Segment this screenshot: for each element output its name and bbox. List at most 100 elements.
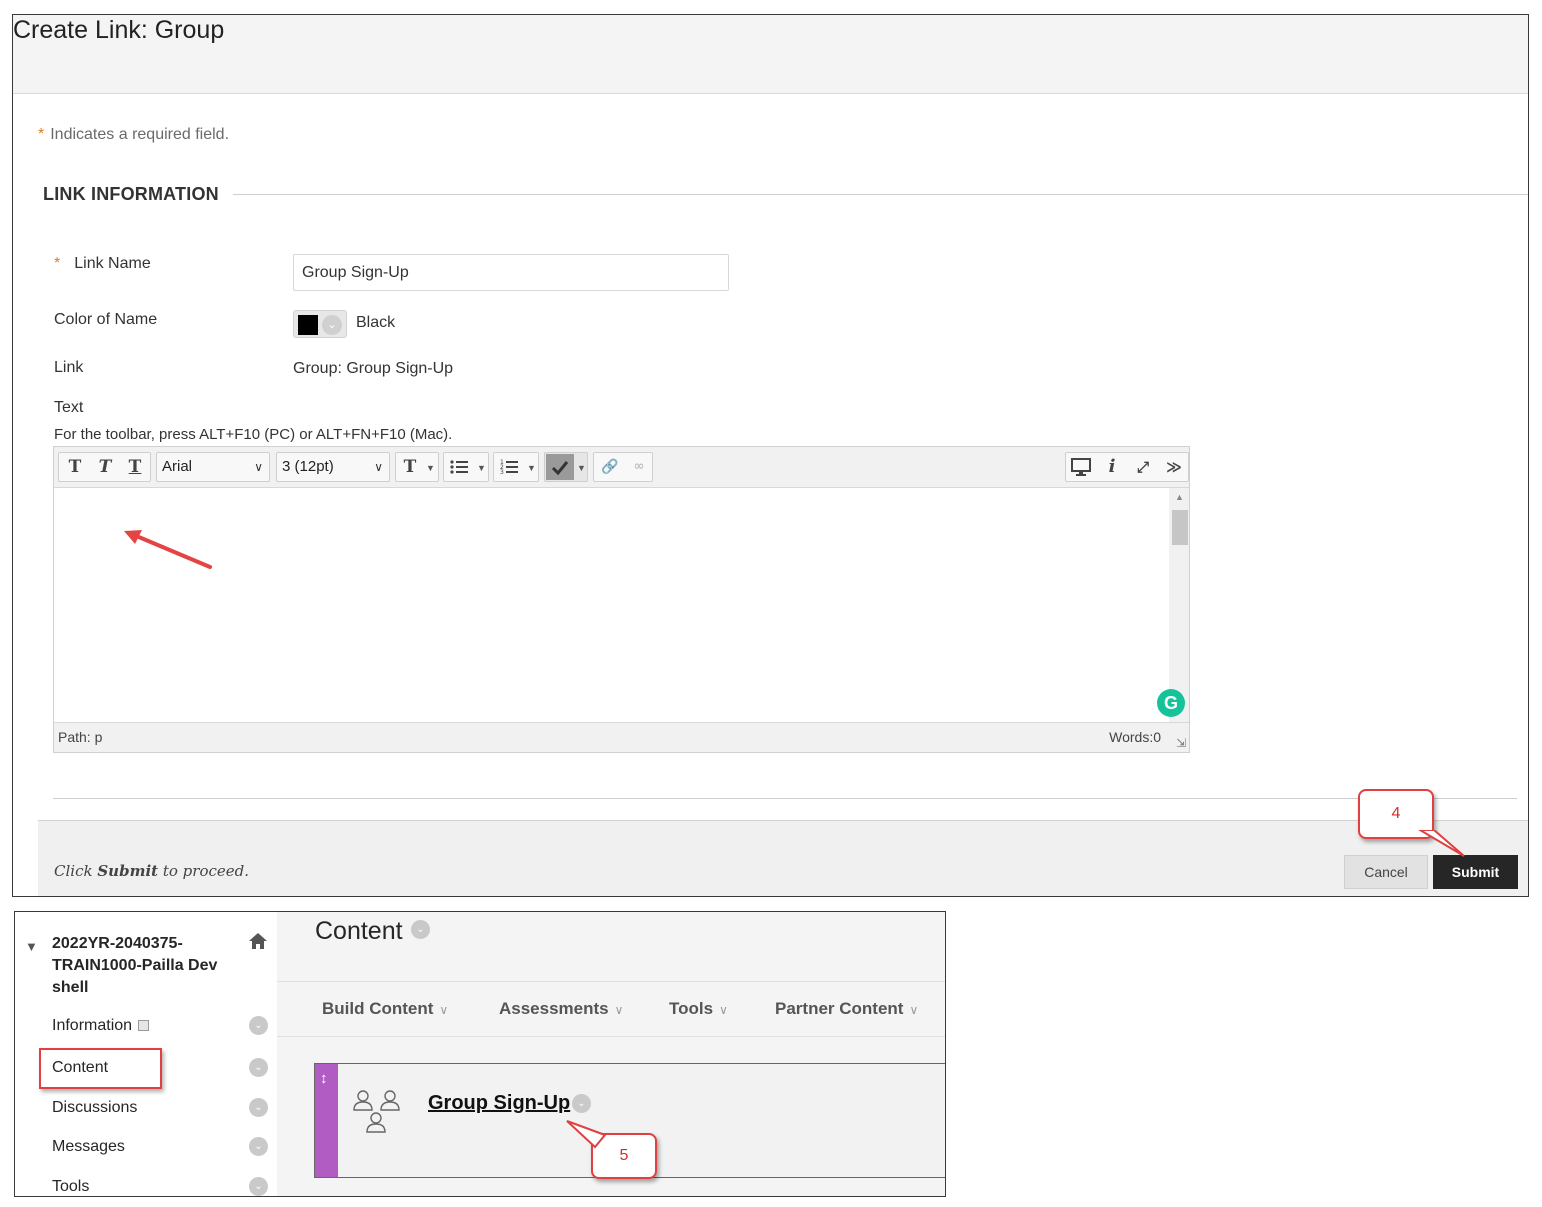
section-divider [233,194,1528,195]
group-icon [353,1090,400,1133]
drag-strip[interactable]: ↕ [315,1064,338,1177]
link-value: Group: Group Sign-Up [293,360,454,377]
dropdown-arrow-icon: ▼ [426,463,435,473]
font-size-select[interactable]: 3 (12pt) ∨ [276,452,390,482]
section-title: LINK INFORMATION [43,184,219,204]
bullet-list-icon [450,460,468,474]
svg-text:3: 3 [500,469,504,476]
grammarly-icon[interactable]: G [1157,689,1185,717]
course-menu: ▼ 2022YR-2040375-TRAIN1000-Pailla Dev sh… [15,912,277,1196]
course-content-panel: ▼ 2022YR-2040375-TRAIN1000-Pailla Dev sh… [14,911,946,1197]
content-page-title: Content [315,917,403,945]
text-format-dropdown[interactable]: T ▼ [395,452,439,482]
spellcheck-icon [546,454,574,480]
hidden-item-icon [138,1020,150,1031]
color-name-value: Black [356,314,396,331]
color-swatch [298,315,318,335]
content-highlight-box [39,1048,162,1089]
form-divider [53,798,1517,799]
create-link-panel: Create Link: Group * Indicates a required… [12,14,1529,897]
action-bar: Build Content ∨ Assessments ∨ Tools ∨ Partn… [277,981,945,1037]
required-star: * [38,126,45,143]
chevron-down-icon[interactable]: ⌄ [572,1094,591,1113]
chevron-down-icon: ∨ [254,460,263,474]
footer-note-prefix: Click [54,862,98,880]
format-group: T T T [58,452,151,482]
unlink-icon[interactable]: ∞ [624,453,654,481]
chevron-down-icon[interactable]: ⌄ [249,1137,268,1156]
font-family-select[interactable]: Arial ∨ [156,452,270,482]
partner-content-menu[interactable]: Partner Content ∨ [775,999,918,1019]
build-content-menu[interactable]: Build Content ∨ [322,999,448,1019]
color-picker[interactable]: ⌄ [293,310,347,338]
drag-handle-icon[interactable]: ↕ [320,1070,328,1087]
info-icon[interactable]: i [1097,453,1127,481]
chevron-down-icon: ⌄ [322,315,342,335]
cancel-button[interactable]: Cancel [1344,855,1428,889]
footer-instruction: Click Submit to proceed. [54,862,249,880]
build-content-label: Build Content [322,999,434,1018]
italic-text-icon[interactable]: T [90,453,120,481]
course-name[interactable]: 2022YR-2040375-TRAIN1000-Pailla Dev shel… [52,933,232,999]
page-header: Create Link: Group [13,15,1528,94]
menu-item-messages[interactable]: Messages [52,1138,125,1156]
dropdown-arrow-icon: ▼ [527,463,536,473]
link-name-input[interactable] [293,254,729,291]
callout-pointer [1418,830,1465,857]
scrollbar-thumb[interactable] [1172,510,1188,545]
toolbar-hint: For the toolbar, press ALT+F10 (PC) or A… [54,426,453,443]
required-star: * [54,255,61,272]
tools-menu[interactable]: Tools ∨ [669,999,728,1019]
menu-item-discussions[interactable]: Discussions [52,1099,137,1117]
chevron-down-icon: ∨ [374,460,383,474]
text-label: Text [54,399,84,416]
bullet-list-dropdown[interactable]: ▼ [443,452,489,482]
chevron-down-icon: ∨ [614,1003,624,1017]
editor-toolbar: T T T Arial ∨ 3 (12pt) ∨ T ▼ ▼ 1 2 3 ▼ ▼… [54,447,1189,488]
link-name-label-text: Link Name [74,255,151,272]
chevron-down-icon[interactable]: ⌄ [249,1058,268,1077]
spellcheck-dropdown[interactable]: ▼ [544,452,588,482]
insert-link-icon[interactable]: 🔗 [595,453,625,481]
numbered-list-icon: 1 2 3 [500,459,518,476]
submit-footer: Click Submit to proceed. Cancel Submit [38,820,1528,896]
submit-button[interactable]: Submit [1433,855,1518,889]
group-sign-up-link[interactable]: Group Sign-Up [428,1092,570,1115]
menu-item-tools[interactable]: Tools [52,1178,89,1196]
link-name-label: * Link Name [54,255,151,273]
chevron-down-icon[interactable]: ⌄ [249,1016,268,1035]
link-label: Link [54,359,84,376]
color-of-name-label: Color of Name [54,311,158,328]
preview-icon[interactable] [1066,453,1096,481]
page-title: Create Link: Group [13,16,225,44]
underline-text-icon[interactable]: T [120,453,150,481]
tools-label: Tools [669,999,714,1018]
assessments-label: Assessments [499,999,609,1018]
chevron-down-icon[interactable]: ⌄ [249,1177,268,1196]
editor-text-area[interactable] [54,488,1189,722]
assessments-menu[interactable]: Assessments ∨ [499,999,623,1019]
footer-note-suffix: to proceed. [158,862,250,880]
right-tools-group: i ⤢ ≫ [1065,452,1189,482]
annotation-arrow [124,530,212,569]
font-size-value: 3 (12pt) [282,458,334,475]
menu-item-information[interactable]: Information [52,1017,150,1035]
chevron-down-icon[interactable]: ⌄ [411,920,430,939]
home-icon[interactable] [248,932,268,950]
collapse-triangle-icon[interactable]: ▼ [25,939,38,954]
chevron-down-icon: ∨ [909,1003,919,1017]
bold-text-icon[interactable]: T [60,453,90,481]
dropdown-arrow-icon: ▼ [577,463,586,473]
chevron-down-icon[interactable]: ⌄ [249,1098,268,1117]
chevron-down-icon: ∨ [719,1003,728,1017]
expand-toolbar-icon[interactable]: ≫ [1159,453,1189,481]
resize-handle-icon[interactable]: ⇲ [1176,736,1186,750]
scroll-up-arrow-icon[interactable]: ▲ [1175,492,1184,502]
callout-pointer [566,1120,607,1149]
numbered-list-dropdown[interactable]: 1 2 3 ▼ [493,452,539,482]
text-format-icon: T [403,457,417,477]
fullscreen-icon[interactable]: ⤢ [1128,453,1158,481]
required-note-text: Indicates a required field. [50,126,230,143]
path-indicator: Path: p [58,729,103,745]
editor-scrollbar[interactable]: ▲ [1169,488,1189,722]
